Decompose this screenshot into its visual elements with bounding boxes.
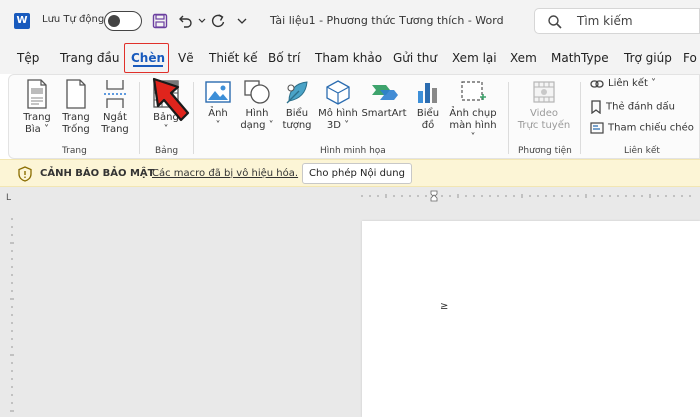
online-video-icon — [533, 81, 555, 103]
word-app-icon: W — [14, 13, 30, 29]
group-separator — [508, 82, 509, 154]
search-placeholder: Tìm kiếm — [577, 14, 633, 28]
picture-icon — [205, 81, 231, 103]
tab-design[interactable]: Thiết kế — [209, 51, 258, 65]
tables-group-label: Bảng — [155, 146, 179, 156]
bookmark-button[interactable]: Thẻ đánh dấu — [590, 100, 675, 116]
tab-mailings[interactable]: Gửi thư — [393, 51, 437, 65]
screenshot-label-1: Ảnh chụp — [449, 108, 497, 119]
document-title: Tài liệu1 - Phương thức Tương thích - Wo… — [270, 14, 504, 27]
page-break-label-1: Ngắt — [103, 112, 127, 123]
blank-page-icon — [66, 79, 86, 109]
tab-help[interactable]: Trợ giúp — [624, 51, 672, 65]
link-label: Liên kết ˅ — [608, 78, 657, 89]
cross-reference-icon — [590, 122, 604, 134]
group-separator — [139, 82, 140, 154]
shapes-label-1: Hình — [245, 108, 269, 119]
redo-icon[interactable] — [208, 11, 228, 31]
page-break-label-2: Trang — [101, 124, 129, 135]
smartart-icon — [372, 85, 398, 100]
paragraph-mark: ≥ — [440, 301, 449, 312]
shapes-icon — [244, 80, 270, 104]
vertical-ruler[interactable] — [8, 213, 16, 417]
shapes-label-2: dạng ˅ — [240, 120, 274, 131]
search-box[interactable]: Tìm kiếm — [534, 8, 700, 34]
media-group-label: Phương tiện — [518, 146, 572, 156]
tab-review[interactable]: Xem lại — [452, 51, 497, 65]
save-icon[interactable] — [150, 11, 170, 31]
page-break-icon — [104, 80, 126, 108]
ribbon-tabs: Tệp Trang đầu Chèn Vẽ Thiết kế Bố trí Th… — [0, 42, 700, 74]
document-workspace: L ≥ — [0, 187, 700, 417]
insert-tab-highlight-box — [124, 43, 169, 73]
3d-models-button[interactable]: Mô hình 3D ˅ — [316, 79, 360, 132]
tab-format-truncated[interactable]: Fo — [683, 51, 697, 65]
online-video-label-2: Trực tuyến — [517, 120, 571, 131]
link-button[interactable]: Liên kết ˅ — [590, 78, 656, 94]
chart-button[interactable]: Biểu đồ — [410, 79, 446, 132]
bookmark-icon — [591, 100, 601, 115]
security-warning-title: CẢNH BÁO BẢO MẬT — [40, 168, 155, 179]
icons-leaf-icon — [286, 81, 308, 104]
title-bar: W Lưu Tự động Tài liệu1 - Phương thức Tư… — [0, 0, 700, 42]
screenshot-label-2: màn hình ˅ — [449, 120, 497, 143]
bookmark-label: Thẻ đánh dấu — [606, 101, 675, 113]
cover-page-label-2: Bìa ˅ — [25, 124, 49, 135]
smartart-button[interactable]: SmartArt — [360, 79, 408, 120]
tab-draw[interactable]: Vẽ — [178, 51, 194, 65]
pictures-label: Ảnh — [208, 108, 228, 119]
3d-models-label-2: 3D ˅ — [326, 120, 350, 131]
autosave-label: Lưu Tự động — [42, 14, 105, 25]
link-icon — [590, 79, 604, 88]
tab-references[interactable]: Tham khảo — [315, 51, 382, 65]
shapes-button[interactable]: Hình dạng ˅ — [236, 79, 278, 132]
tab-selector[interactable]: L — [6, 193, 11, 203]
pictures-button[interactable]: Ảnh ˅ — [200, 79, 236, 132]
smartart-label: SmartArt — [361, 108, 407, 119]
customize-quick-access-icon[interactable] — [232, 11, 252, 31]
horizontal-ruler[interactable] — [24, 190, 700, 202]
chart-label-2: đồ — [421, 120, 435, 131]
blank-page-label-2: Trống — [62, 124, 90, 135]
cross-reference-label: Tham chiếu chéo — [608, 122, 694, 134]
tab-mathtype[interactable]: MathType — [551, 51, 609, 65]
screenshot-icon — [461, 81, 486, 101]
chart-label-1: Biểu — [416, 108, 440, 119]
blank-page-label-1: Trang — [62, 112, 90, 123]
group-separator — [580, 82, 581, 154]
tab-home[interactable]: Trang đầu — [60, 51, 119, 65]
document-page[interactable]: ≥ — [362, 221, 700, 417]
toggle-knob — [108, 15, 120, 27]
blank-page-button[interactable]: Trang Trống — [57, 79, 95, 136]
cover-page-icon — [27, 79, 47, 109]
icons-label-2: tượng — [282, 120, 312, 131]
illustrations-group-label: Hình minh họa — [320, 146, 386, 156]
cross-reference-button[interactable]: Tham chiếu chéo — [590, 122, 694, 138]
autosave-toggle[interactable] — [104, 11, 142, 31]
security-warning-bar: CẢNH BÁO BẢO MẬT Các macro đã bị vô hiệu… — [0, 159, 700, 187]
pictures-dropdown-chevron: ˅ — [215, 120, 221, 131]
chart-icon — [418, 83, 437, 103]
online-video-button[interactable]: Video Trực tuyến — [516, 79, 572, 132]
cover-page-label-1: Trang — [23, 112, 51, 123]
icons-label-1: Biểu — [285, 108, 309, 119]
tab-file[interactable]: Tệp — [17, 51, 39, 65]
page-break-button[interactable]: Ngắt Trang — [96, 79, 134, 136]
screenshot-button[interactable]: Ảnh chụp màn hình ˅ — [446, 79, 500, 144]
online-video-label-1: Video — [529, 108, 559, 119]
3d-models-label-1: Mô hình — [318, 108, 358, 119]
shield-warning-icon — [18, 166, 32, 182]
links-group-label: Liên kết — [624, 146, 660, 156]
tab-view[interactable]: Xem — [510, 51, 537, 65]
cover-page-button[interactable]: Trang Bìa ˅ — [18, 79, 56, 136]
enable-content-button[interactable]: Cho phép Nội dung — [302, 163, 412, 184]
3d-cube-icon — [326, 80, 350, 105]
macros-disabled-link[interactable]: Các macro đã bị vô hiệu hóa. — [152, 168, 298, 179]
pages-group-label: Trang — [62, 146, 87, 156]
search-icon — [548, 15, 562, 29]
icons-button[interactable]: Biểu tượng — [278, 79, 316, 132]
red-arrow-pointer-icon — [152, 77, 190, 122]
tab-layout[interactable]: Bố trí — [268, 51, 300, 65]
